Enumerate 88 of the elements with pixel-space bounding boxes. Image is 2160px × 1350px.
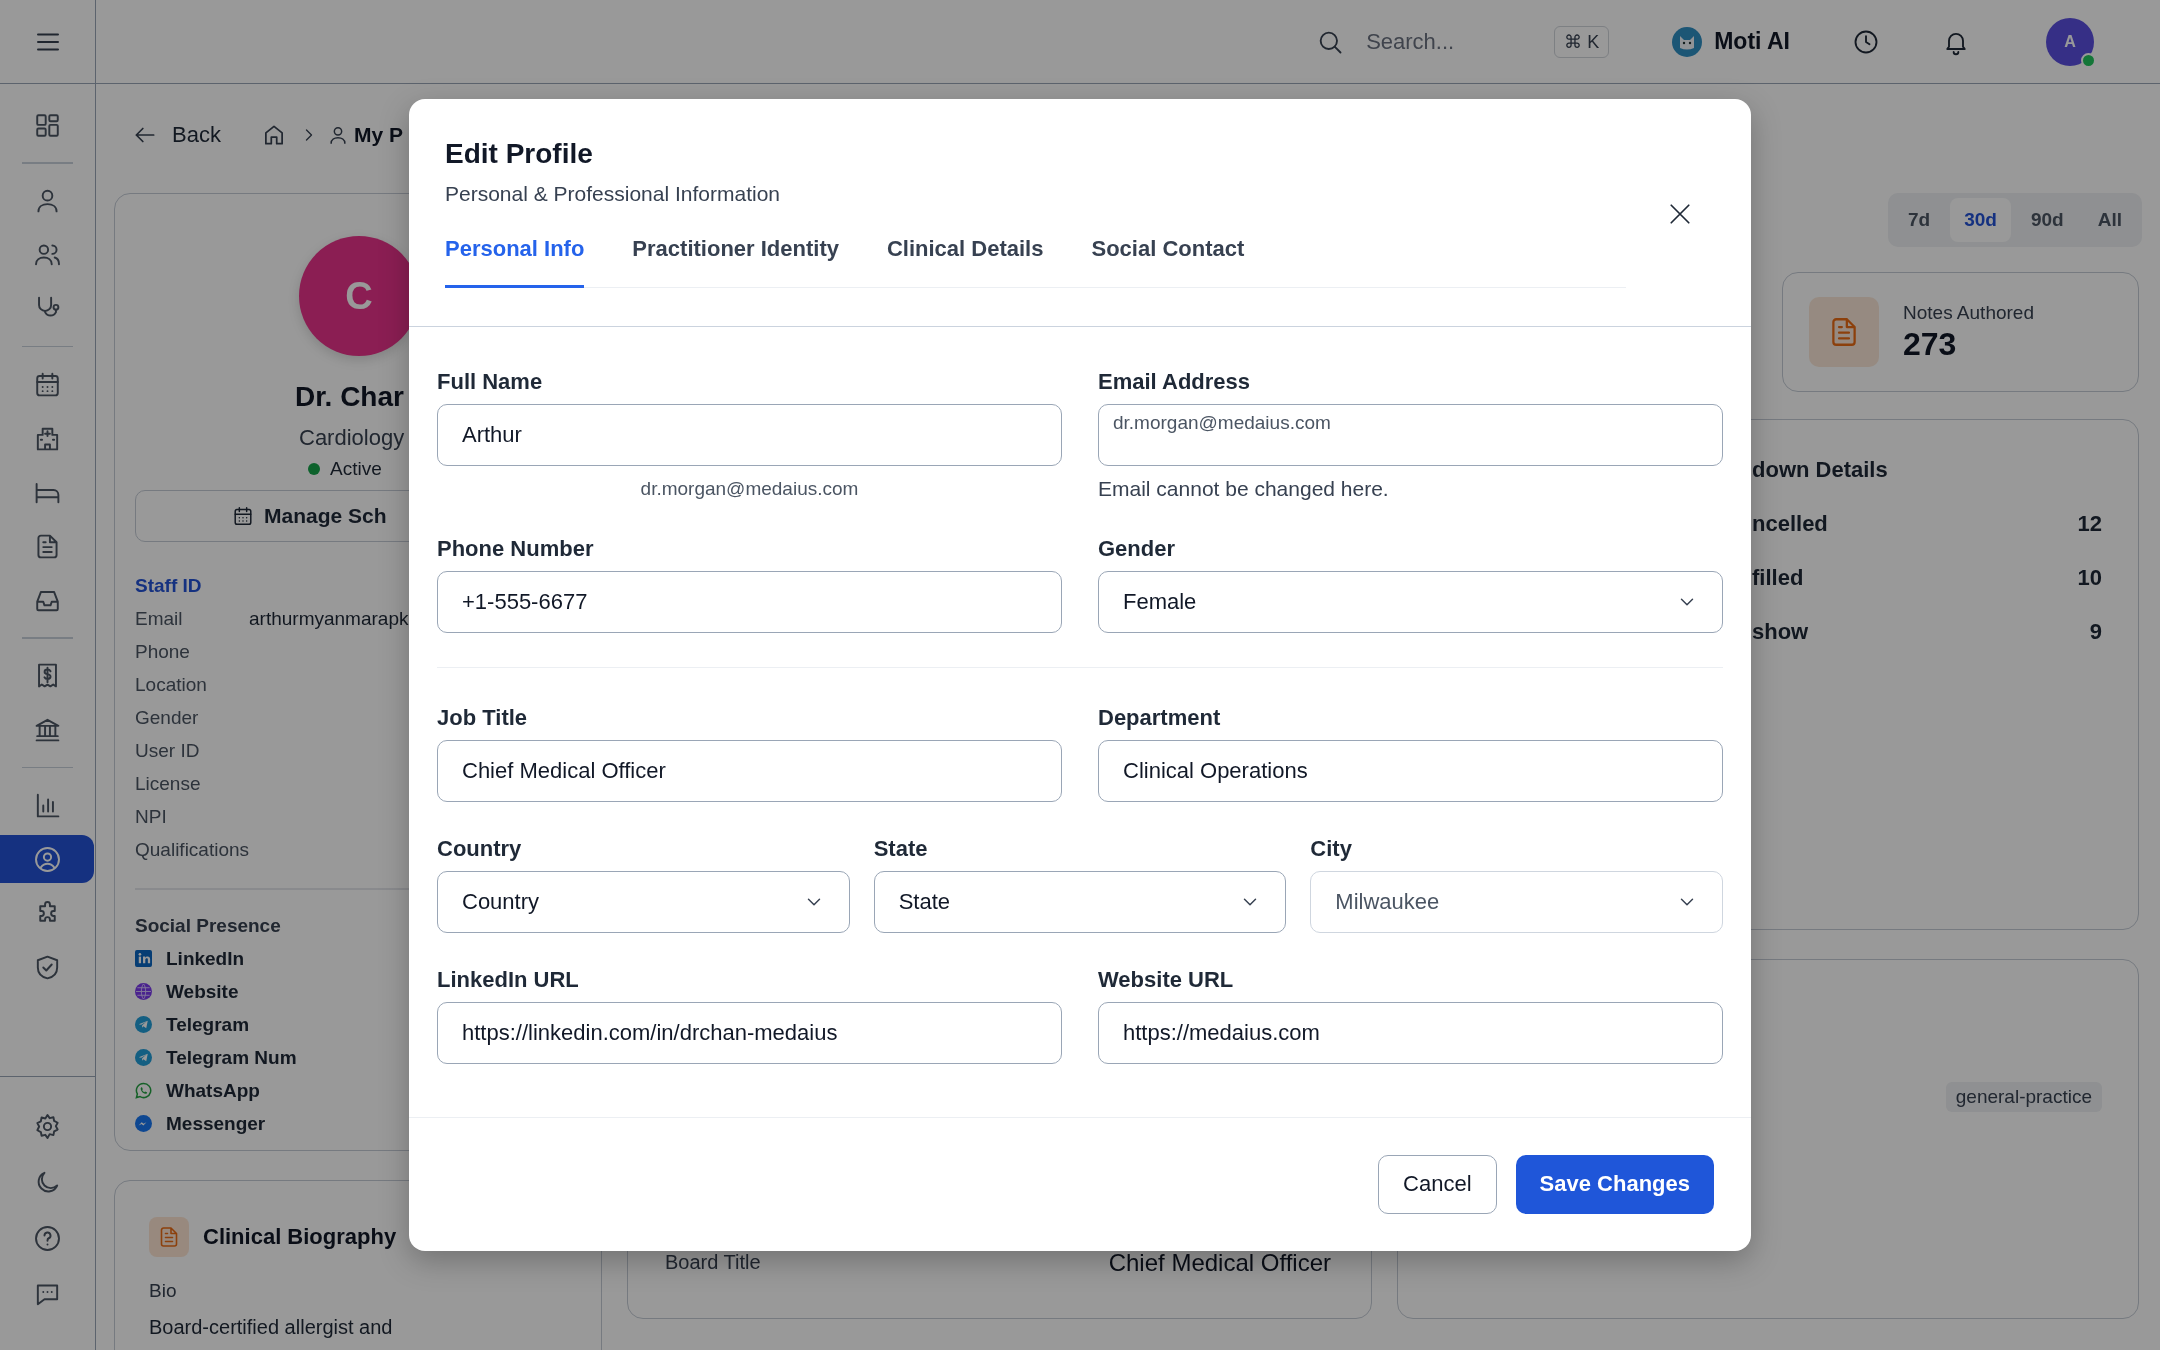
cat-icon [1672,26,1703,57]
save-button[interactable]: Save Changes [1515,1154,1714,1214]
section-title: Social Presence [135,913,281,938]
range-tab[interactable]: 90d [2016,198,2078,242]
field-label: NPI [135,805,168,829]
assistant-link[interactable]: Moti AI [1714,28,1790,55]
user-avatar[interactable]: A [2046,17,2094,66]
stat-value: 273 [1903,325,1958,363]
range-tab[interactable]: 30d [1950,198,2011,242]
back-link[interactable]: Back [132,122,221,148]
text-field[interactable]: https://linkedin.com/in/drchan-medaius [437,1002,1062,1064]
social-link[interactable]: Messenger [166,1111,266,1136]
linkedin-icon [135,950,152,967]
whatsapp-icon [135,1082,152,1099]
field-label: LinkedIn URL [437,967,580,993]
dropdown[interactable]: Country [437,871,850,933]
field-label: Full Name [437,368,544,395]
stat-label: Notes Authored [1903,301,2034,324]
specialty: Cardiology [299,424,405,452]
field-label: Phone [135,640,191,664]
section-title: Staff ID [135,574,203,598]
field-label: Location [135,673,208,697]
text-field[interactable]: dr.morgan@medaius.com [1098,403,1723,466]
row-value: 12 [2077,510,2102,538]
search-field[interactable]: Search... [1366,28,1455,55]
field-label: Qualifications [135,838,249,862]
profile-name: Dr. Char [295,380,404,414]
field-label: State [873,836,929,862]
cancel-button[interactable]: Cancel [1378,1154,1497,1214]
social-link[interactable]: Telegram [166,1012,250,1037]
dropdown[interactable]: State [873,871,1287,933]
field-label: Bio [149,1279,178,1303]
field-label: Country [437,836,523,862]
tab[interactable]: Practitioner Identity [632,235,839,288]
biography-text: Board-certified allergist and [149,1315,394,1339]
field-label: Board Title [665,1250,761,1274]
field-label: Email [135,607,184,631]
row-value: 10 [2077,564,2102,592]
user-circle-icon [32,844,62,874]
dialog-subtitle: Personal & Professional Information [445,181,781,207]
card-title: down Details [1752,456,1889,484]
field-label: License [135,772,202,796]
text-field[interactable]: Chief Medical Officer [437,740,1062,802]
text-field[interactable]: Arthur [437,403,1062,466]
tab[interactable]: Social Contact [1091,235,1245,288]
calendar-icon [232,505,254,527]
field-label: Website URL [1098,967,1235,993]
telegram-icon [135,1016,152,1033]
status-text: Active [330,458,382,480]
social-link[interactable]: WhatsApp [166,1078,260,1103]
row-label: filled [1752,564,1804,592]
text-field[interactable]: https://medaius.com [1098,1002,1723,1064]
range-tab[interactable]: All [2083,198,2136,242]
row-label: show [1752,618,1809,646]
field-label: Gender [135,706,200,730]
helper-text: Email cannot be changed here. [1098,475,1390,502]
status-dot [308,463,320,475]
field-label: Department [1098,705,1222,731]
globe-icon [135,983,152,1000]
field-label: Email Address [1098,368,1252,395]
breadcrumb-current: My P [353,123,403,147]
field-value: Chief Medical Officer [1108,1250,1331,1276]
text-field[interactable]: Clinical Operations [1098,740,1723,802]
card-title: Clinical Biography [203,1224,397,1250]
nav-item[interactable] [0,835,94,883]
field-label: Job Title [437,705,529,731]
social-link[interactable]: LinkedIn [166,946,245,971]
dialog-title: Edit Profile [445,137,594,171]
field-label: City [1310,836,1353,862]
tab[interactable]: Clinical Details [886,235,1044,288]
social-link[interactable]: Website [166,979,239,1004]
tab[interactable]: Personal Info [445,235,585,288]
text-field[interactable]: +1-555-6677 [437,570,1062,633]
messenger-icon [135,1115,152,1132]
helper-text: dr.morgan@medaius.com [639,476,860,501]
field-value: arthurmyanmarapk [249,607,409,631]
telegram-icon [135,1049,152,1066]
range-tab[interactable]: 7d [1894,198,1945,242]
settings-icon [33,1112,62,1141]
row-label: ncelled [1752,510,1828,538]
field-label: User ID [135,739,201,763]
tag: general-practice [1945,1082,2102,1112]
row-value: 9 [2089,618,2102,646]
help-icon [33,1224,62,1253]
dropdown[interactable]: Female [1098,570,1723,633]
social-link[interactable]: Telegram Num [166,1045,297,1070]
field-label: Gender [1098,535,1177,562]
shortcut-key: ⌘ K [1554,25,1610,58]
